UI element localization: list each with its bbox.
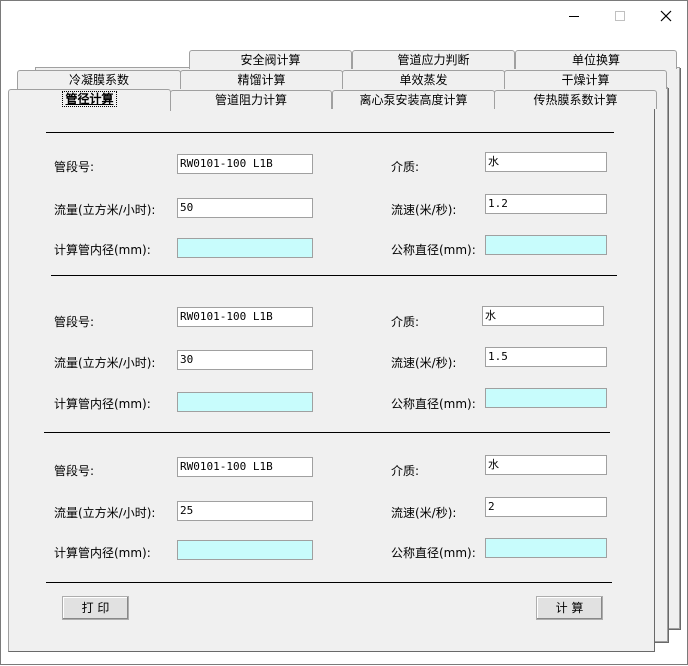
tab-unit-conversion[interactable]: 单位换算 (515, 50, 677, 69)
maximize-icon (615, 11, 625, 21)
tab-single-evaporation[interactable]: 单效蒸发 (342, 70, 505, 89)
tab-heat-transfer[interactable]: 传热膜系数计算 (494, 90, 657, 109)
tab-drying[interactable]: 干燥计算 (504, 70, 667, 89)
pipe-diameter-page (8, 109, 655, 652)
tab-pipe-resistance[interactable]: 管道阻力计算 (170, 90, 332, 109)
maximize-button[interactable] (597, 1, 643, 31)
tab-condensing-film[interactable]: 冷凝膜系数 (17, 70, 181, 89)
title-bar (1, 1, 687, 31)
tab-pipe-stress[interactable]: 管道应力判断 (352, 50, 515, 69)
tab-pump-height[interactable]: 离心泵安装高度计算 (332, 90, 495, 109)
tab-pipe-diameter-label: 管径计算 (62, 91, 117, 107)
close-button[interactable] (643, 1, 688, 31)
tab-distillation[interactable]: 精馏计算 (180, 70, 343, 89)
tab-pipe-diameter[interactable]: 管径计算 (8, 89, 171, 111)
minimize-button[interactable] (551, 1, 597, 31)
minimize-icon (569, 16, 579, 17)
close-icon (660, 10, 672, 22)
app-window: 安全阀计算 管道应力判断 单位换算 冷凝膜系数 精馏计算 单效蒸发 干燥计算 管… (0, 0, 688, 665)
tab-safety-valve[interactable]: 安全阀计算 (189, 50, 352, 69)
